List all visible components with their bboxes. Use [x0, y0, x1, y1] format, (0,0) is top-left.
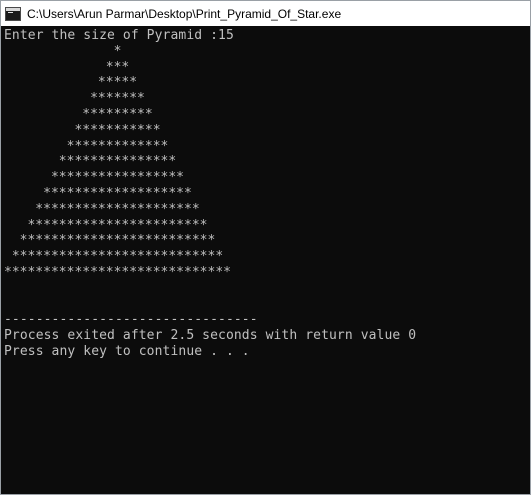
pyramid-row: *****************************	[4, 264, 231, 280]
console-window: C:\Users\Arun Parmar\Desktop\Print_Pyram…	[0, 0, 531, 495]
pyramid-row: *****************	[4, 170, 185, 186]
pyramid-row: ***************************	[4, 249, 224, 265]
pyramid-row: *********************	[4, 201, 200, 217]
separator-line: --------------------------------	[4, 312, 258, 328]
pyramid-row: ***************	[4, 154, 177, 170]
pyramid-row: *************************	[4, 233, 216, 249]
console-output[interactable]: Enter the size of Pyramid :15 * *** ****…	[1, 26, 530, 494]
pyramid-row: *************	[4, 138, 169, 154]
exit-status-line: Process exited after 2.5 seconds with re…	[4, 328, 417, 344]
console-app-icon	[5, 6, 21, 21]
star-pyramid: * *** ***** ******* ********* **********…	[4, 44, 530, 281]
pyramid-row: *********	[4, 106, 153, 122]
pyramid-row: ***********	[4, 122, 161, 138]
pyramid-row: *	[4, 43, 122, 59]
pyramid-row: *****	[4, 75, 138, 91]
window-title: C:\Users\Arun Parmar\Desktop\Print_Pyram…	[27, 6, 342, 21]
title-bar[interactable]: C:\Users\Arun Parmar\Desktop\Print_Pyram…	[1, 1, 530, 26]
input-prompt-line: Enter the size of Pyramid :15	[4, 28, 234, 43]
pyramid-row: ***********************	[4, 217, 208, 233]
continue-prompt-line: Press any key to continue . . .	[4, 343, 250, 359]
pyramid-row: *******	[4, 91, 145, 107]
pyramid-row: ***	[4, 59, 130, 75]
pyramid-row: *******************	[4, 185, 192, 201]
